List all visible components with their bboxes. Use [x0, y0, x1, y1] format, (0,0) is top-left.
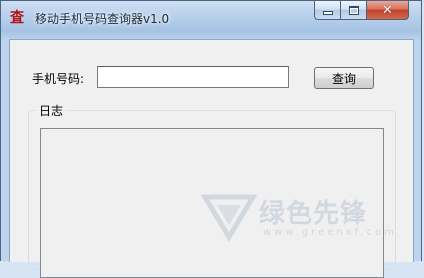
client-area: 手机号码: 查询 日志 [9, 39, 414, 278]
app-window: 査 移动手机号码查询器v1.0 ✕ 手机号码: 查询 日志 绿色先锋 www.g… [0, 0, 422, 278]
title-bar[interactable]: 査 移动手机号码查询器v1.0 ✕ [1, 1, 421, 31]
app-logo-icon[interactable]: 査 [9, 10, 25, 26]
maximize-icon [348, 5, 359, 15]
phone-number-label: 手机号码: [32, 72, 85, 86]
log-textarea[interactable] [40, 128, 384, 278]
maximize-button[interactable] [340, 1, 366, 20]
close-icon: ✕ [382, 2, 393, 18]
caption-buttons: ✕ [314, 1, 409, 21]
log-groupbox: 日志 [28, 102, 396, 278]
query-button[interactable]: 查询 [314, 67, 374, 89]
minimize-icon [322, 11, 333, 15]
window-title: 移动手机号码查询器v1.0 [35, 12, 170, 26]
close-button[interactable]: ✕ [366, 1, 409, 20]
phone-number-input[interactable] [97, 66, 289, 88]
log-legend: 日志 [35, 102, 68, 119]
minimize-button[interactable] [314, 1, 340, 20]
